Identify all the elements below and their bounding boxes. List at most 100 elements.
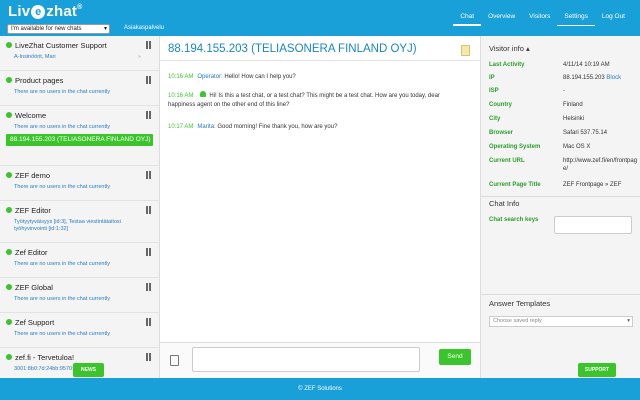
divider xyxy=(481,196,640,197)
info-row-browser: Browser Safari 537.75.14 xyxy=(489,129,639,138)
info-row-ip: IP 88.194.155.203 Block xyxy=(489,74,639,83)
support-button[interactable]: SUPPORT xyxy=(578,363,616,377)
visitor-info-panel: Visitor info ▴ Last Activity 4/11/14 10:1… xyxy=(480,36,640,378)
chat-search-label: Chat search keys xyxy=(489,217,539,223)
nav-visitors[interactable]: Visitors xyxy=(522,12,557,26)
group-name: LiveZhat Customer Support xyxy=(15,41,107,50)
send-button[interactable]: Send xyxy=(439,349,471,365)
availability-select-value: I'm available for new chats xyxy=(11,26,82,32)
group-livezhat-support[interactable]: LiveZhat Customer Support A-Insinöörit, … xyxy=(0,36,159,71)
group-name: Zef Support xyxy=(15,318,55,327)
livezhat-logo[interactable]: Liv e zhat® xyxy=(8,3,82,20)
info-value: ZEF Frontpage » ZEF xyxy=(563,182,622,188)
nav-logout[interactable]: Log Out xyxy=(595,12,632,26)
info-row-current-url: Current URL http://www.zef.fi/en/frontpag… xyxy=(489,157,639,177)
visitor-link-label: A-Insinöörit, Mari xyxy=(14,54,56,60)
saved-reply-select[interactable]: Choose saved reply ▾ xyxy=(489,316,633,327)
group-visitor-link[interactable]: Työtyytyväisyys [id:3], Testaa viestintä… xyxy=(6,219,153,233)
chat-message: 10:17 AM Marita: Good morning! Fine thank… xyxy=(168,123,468,132)
group-name: ZEF demo xyxy=(15,171,51,180)
main-nav: Chat Overview Visitors Settings Log Out xyxy=(453,12,632,26)
current-url-link[interactable]: http://www.zef.fi/en/frontpage/ xyxy=(563,157,640,173)
logo-registered-mark: ® xyxy=(77,4,83,11)
info-value-wrap: 88.194.155.203 Block xyxy=(563,74,640,83)
chat-message: 10:16 AM Hi! Is this a test chat, or a te… xyxy=(168,91,468,110)
no-users-text: There are no users in the chat currently xyxy=(14,296,110,302)
online-status-icon xyxy=(6,207,12,213)
online-status-icon xyxy=(6,284,12,290)
info-key: ISP xyxy=(489,88,499,94)
chat-search-input[interactable] xyxy=(554,216,632,234)
group-zef-support[interactable]: Zef Support There are no users in the ch… xyxy=(0,313,159,348)
nav-chat[interactable]: Chat xyxy=(453,12,482,26)
visitor-link-label: Työtyytyväisyys [id:3], Testaa viestintä… xyxy=(14,219,121,232)
pause-icon[interactable] xyxy=(146,283,151,291)
info-value: Safari 537.75.14 xyxy=(563,130,608,136)
nav-settings[interactable]: Settings xyxy=(557,12,595,26)
info-value: Mac OS X xyxy=(563,144,591,150)
group-visitor-link[interactable]: A-Insinöörit, Mari » xyxy=(6,54,153,61)
message-author: Marita: xyxy=(197,124,216,130)
footer: © ZEF Solutions xyxy=(0,378,640,400)
news-button[interactable]: NEWS xyxy=(73,363,104,377)
group-zef-editor-2[interactable]: Zef Editor There are no users in the cha… xyxy=(0,243,159,278)
group-name: Zef Editor xyxy=(15,248,48,257)
pause-icon[interactable] xyxy=(146,111,151,119)
visitor-info-heading[interactable]: Visitor info ▴ xyxy=(489,44,530,53)
group-zef-demo[interactable]: ZEF demo There are no users in the chat … xyxy=(0,166,159,201)
group-welcome[interactable]: Welcome There are no users in the chat c… xyxy=(0,106,159,166)
answer-templates-heading: Answer Templates xyxy=(489,299,551,308)
top-header: Liv e zhat® I'm available for new chats ▾ … xyxy=(0,0,640,36)
visitor-icon xyxy=(200,91,207,97)
close-icon[interactable]: » xyxy=(138,54,141,61)
chat-panel: 88.194.155.203 (TELIASONERA FINLAND OYJ)… xyxy=(160,36,480,342)
message-time: 10:16 AM xyxy=(168,93,194,99)
pause-icon[interactable] xyxy=(146,171,151,179)
availability-select[interactable]: I'm available for new chats ▾ xyxy=(7,24,110,34)
chevron-down-icon: ▾ xyxy=(103,26,107,32)
group-name: zef.fi - Tervetuloa! xyxy=(15,353,75,362)
no-users-text: There are no users in the chat currently xyxy=(14,184,110,190)
chat-title: 88.194.155.203 (TELIASONERA FINLAND OYJ) xyxy=(168,43,417,55)
chat-message: 10:16 AM Operator: Hello! How can I help … xyxy=(168,73,468,82)
block-ip-link[interactable]: Block xyxy=(606,75,621,81)
no-users-text: There are no users in the chat currently xyxy=(14,89,110,95)
pause-icon[interactable] xyxy=(146,318,151,326)
info-value: Helsinki xyxy=(563,116,585,122)
online-status-icon xyxy=(6,319,12,325)
group-product-pages[interactable]: Product pages There are no users in the … xyxy=(0,71,159,106)
pause-icon[interactable] xyxy=(146,248,151,256)
pause-icon[interactable] xyxy=(146,206,151,214)
info-row-page-title: Current Page Title ZEF Frontpage » ZEF xyxy=(489,181,639,190)
notes-icon[interactable] xyxy=(461,45,470,56)
info-key: Current Page Title xyxy=(489,182,541,188)
group-zef-editor[interactable]: ZEF Editor Työtyytyväisyys [id:3], Testa… xyxy=(0,201,159,243)
info-row-city: City Helsinki xyxy=(489,115,639,124)
divider xyxy=(481,294,640,295)
group-name: ZEF Global xyxy=(15,283,53,292)
info-value: Finland xyxy=(563,102,583,108)
message-input[interactable] xyxy=(192,347,420,372)
info-key: City xyxy=(489,116,501,122)
info-row-isp: ISP - xyxy=(489,87,639,96)
pause-icon[interactable] xyxy=(146,41,151,49)
online-status-icon xyxy=(6,172,12,178)
active-chat-item[interactable]: 88.194.155.203 (TELIASONERA FINLAND OYJ) xyxy=(6,134,153,146)
group-name: Welcome xyxy=(15,111,47,120)
info-row-os: Operating System Mac OS X xyxy=(489,143,639,152)
message-author: Operator: xyxy=(197,74,223,80)
no-users-text: There are no users in the chat currently xyxy=(14,261,110,267)
pause-icon[interactable] xyxy=(146,76,151,84)
info-key: Operating System xyxy=(489,144,541,150)
info-value: 4/11/14 10:19 AM xyxy=(563,62,610,68)
attach-file-icon[interactable] xyxy=(170,355,179,366)
group-zef-global[interactable]: ZEF Global There are no users in the cha… xyxy=(0,278,159,313)
message-text: Hello! How can I help you? xyxy=(224,74,296,80)
group-name: ZEF Editor xyxy=(15,206,51,215)
nav-overview[interactable]: Overview xyxy=(481,12,522,26)
message-text: Hi! Is this a test chat, or a test chat?… xyxy=(168,93,440,108)
message-text: Good morning! Fine thank you, how are yo… xyxy=(217,124,338,130)
pause-icon[interactable] xyxy=(146,353,151,361)
online-status-icon xyxy=(6,249,12,255)
info-value: 88.194.155.203 xyxy=(563,75,605,81)
